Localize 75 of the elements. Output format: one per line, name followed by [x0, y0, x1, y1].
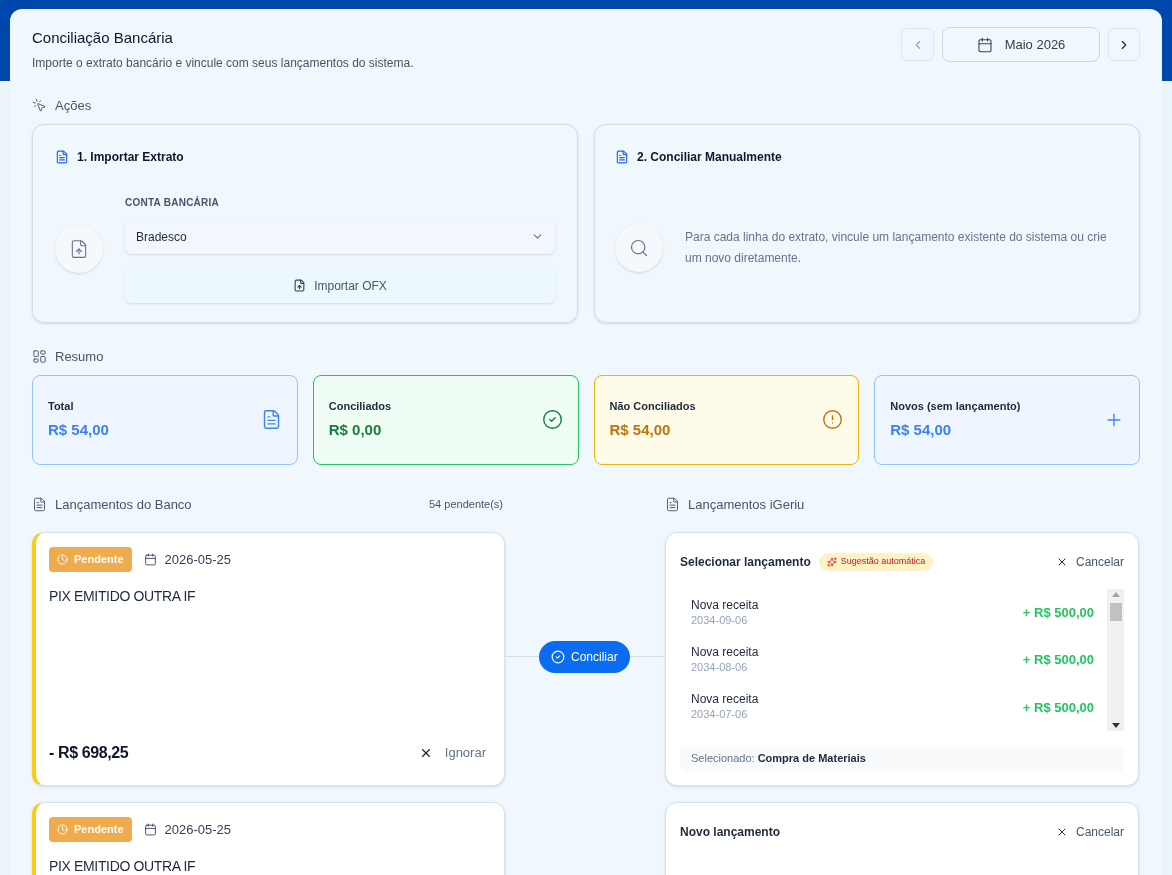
option-date: 2034-08-06 — [691, 660, 749, 675]
next-month-button[interactable] — [1108, 28, 1140, 61]
option-date: 2034-07-06 — [691, 707, 749, 723]
calendar-icon — [976, 36, 993, 53]
selected-entry-note: Selecionado: Compra de Materiais — [680, 745, 1124, 772]
clock-icon — [57, 823, 68, 835]
section-title: Lançamentos do Banco — [55, 495, 192, 514]
summary-value: R$ 54,00 — [48, 419, 109, 440]
suggestion-badge: Sugestão automática — [818, 553, 934, 571]
entry-option[interactable]: Nova receita 2034-07-06 + R$ 500,00 — [680, 683, 1107, 731]
section-title: Resumo — [55, 348, 104, 366]
dashboard-icon — [32, 349, 47, 365]
bank-entry-card[interactable]: Pendente 2026-05-25 PIX EMITIDO OUTRA IF — [32, 802, 505, 875]
bank-entry-card[interactable]: Pendente 2026-05-25 PIX EMITIDO OUTRA IF - R$ 698,25 Ignorar — [32, 532, 505, 786]
clock-icon — [57, 553, 68, 565]
entry-option[interactable]: Nova receita 2034-09-06 + R$ 500,00 — [680, 589, 1107, 637]
file-upload-icon — [293, 279, 307, 292]
panel-title: Novo lançamento — [680, 824, 781, 841]
pointer-click-icon — [32, 97, 47, 113]
page-subtitle: Importe o extrato bancário e vincule com seus lançamentos do sistema. — [32, 54, 414, 72]
card-title: 1. Importar Extrato — [77, 149, 184, 166]
check-circle-icon — [551, 649, 565, 664]
upload-icon — [55, 225, 103, 273]
scrollbar[interactable] — [1107, 589, 1124, 731]
entry-option[interactable]: Nova receita 2034-08-06 + R$ 500,00 — [680, 636, 1107, 684]
calendar-icon — [143, 822, 157, 836]
card-title: 2. Conciliar Manualmente — [637, 149, 782, 166]
document-icon — [55, 150, 69, 164]
summary-label: Total — [48, 399, 75, 414]
status-badge: Pendente — [49, 547, 132, 572]
status-badge: Pendente — [49, 817, 132, 842]
scroll-down-icon[interactable] — [1111, 723, 1120, 728]
entry-date: 2026-05-25 — [164, 550, 231, 569]
entry-description: PIX EMITIDO OUTRA IF — [49, 856, 197, 875]
summary-value: R$ 54,00 — [890, 419, 953, 440]
entry-description: PIX EMITIDO OUTRA IF — [49, 586, 197, 606]
option-name: Nova receita — [691, 597, 759, 613]
option-name: Nova receita — [691, 692, 759, 708]
alert-circle-icon — [822, 409, 844, 430]
section-title: Lançamentos iGeriu — [688, 495, 805, 514]
pending-count: 54 pendente(s) — [429, 497, 503, 512]
summary-label: Conciliados — [328, 399, 392, 414]
cancel-button[interactable]: Cancelar — [1055, 553, 1124, 571]
summary-value: R$ 54,00 — [609, 419, 672, 440]
summary-value: R$ 0,00 — [328, 419, 383, 440]
option-date: 2034-09-06 — [691, 612, 749, 628]
month-picker[interactable]: Maio 2026 — [942, 27, 1100, 62]
document-icon — [665, 496, 680, 512]
card-description: Para cada linha do extrato, vincule um lançamento existente do sistema ou crie um novo diretamente. — [685, 229, 1108, 267]
field-label: CONTA BANCÁRIA — [125, 195, 221, 210]
document-icon — [615, 150, 629, 164]
cancel-button[interactable]: Cancelar — [1055, 823, 1124, 841]
option-amount: + R$ 500,00 — [1022, 698, 1094, 717]
option-amount: + R$ 500,00 — [1022, 603, 1094, 622]
calendar-icon — [143, 552, 157, 566]
reconcile-button[interactable]: Conciliar — [539, 640, 630, 673]
page-title: Conciliação Bancária — [32, 28, 174, 48]
entry-date: 2026-05-25 — [164, 820, 231, 839]
previous-month-button[interactable] — [901, 28, 934, 61]
import-ofx-button[interactable]: Importar OFX — [125, 268, 555, 303]
entry-amount: - R$ 698,25 — [49, 743, 129, 763]
option-name: Nova receita — [691, 645, 759, 660]
sparkle-icon — [826, 557, 837, 567]
search-icon — [615, 224, 663, 272]
check-circle-icon — [541, 409, 563, 430]
option-amount: + R$ 500,00 — [1022, 651, 1094, 670]
summary-label: Novos (sem lançamento) — [890, 399, 1021, 414]
document-icon — [32, 496, 47, 512]
ignore-button[interactable]: Ignorar — [418, 743, 486, 763]
bank-account-select[interactable]: Bradesco — [125, 219, 555, 254]
scroll-thumb[interactable] — [1109, 603, 1122, 621]
scroll-up-icon[interactable] — [1111, 592, 1120, 597]
summary-label: Não Conciliados — [609, 399, 696, 414]
panel-title: Selecionar lançamento — [680, 554, 811, 571]
section-title: Ações — [55, 96, 92, 115]
